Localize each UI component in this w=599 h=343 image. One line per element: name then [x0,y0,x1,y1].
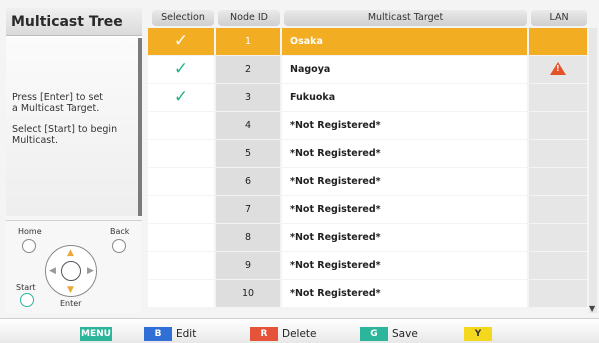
multicast-target-cell: *Not Registered* [282,140,527,167]
check-icon: ✓ [173,87,189,107]
green-key[interactable]: G [360,327,388,341]
node-id-cell: 5 [216,140,280,167]
table-row[interactable]: 4 *Not Registered* [148,112,590,140]
multicast-target-cell: *Not Registered* [282,252,527,279]
back-label: Back [110,227,130,236]
selection-cell [148,280,214,307]
lan-cell [529,168,587,195]
left-panel: Multicast Tree Set. Press [Enter] to set… [6,8,142,313]
multicast-target-cell: *Not Registered* [282,112,527,139]
lan-cell [529,252,587,279]
start-button-icon [20,293,34,307]
enter-button-icon [61,261,81,281]
table-row[interactable]: 7 *Not Registered* [148,196,590,224]
selection-cell [148,140,214,167]
table-row[interactable]: ✓ 2 Nagoya! [148,56,590,84]
column-header-lan: LAN [531,10,587,26]
help-panel: Press [Enter] to set a Multicast Target.… [6,38,142,216]
multicast-target-cell: *Not Registered* [282,196,527,223]
selection-cell [148,252,214,279]
table-row[interactable]: ✓ 1 Osaka [148,28,590,56]
multicast-target-cell: Osaka [282,28,527,55]
lan-cell [529,196,587,223]
lan-cell [529,112,587,139]
arrow-down-icon: ▼ [67,285,74,295]
column-header-node-id: Node ID [218,10,280,26]
lan-cell: ! [529,56,587,83]
node-id-cell: 4 [216,112,280,139]
node-id-cell: 2 [216,56,280,83]
table-row[interactable]: 9 *Not Registered* [148,252,590,280]
blue-key[interactable]: B [144,327,172,341]
page-title: Multicast Tree Set. [6,8,142,58]
node-id-cell: 9 [216,252,280,279]
scrollbar[interactable] [589,28,597,313]
screen: Multicast Tree Set. Press [Enter] to set… [0,0,599,343]
column-header-selection: Selection [152,10,214,26]
back-button-icon [112,239,126,253]
red-key[interactable]: R [250,327,278,341]
lan-cell [529,28,587,55]
node-id-cell: 10 [216,280,280,307]
menu-key[interactable]: MENU [80,327,112,341]
arrow-up-icon: ▲ [67,248,74,258]
multicast-target-cell: Nagoya [282,56,527,83]
selection-cell [148,168,214,195]
home-label: Home [18,227,42,236]
multicast-target-cell: Fukuoka [282,84,527,111]
multicast-table: Selection Node ID Multicast Target LAN ✓… [148,8,590,313]
help-text-line: Select [Start] to begin [12,124,118,135]
check-icon: ✓ [173,59,189,79]
controller-guide: Home Back ▲ ▼ ◀ ▶ Start Enter [6,220,142,313]
lan-cell [529,224,587,251]
lan-cell [529,84,587,111]
lan-cell [529,140,587,167]
help-text-line: Multicast. [12,135,58,146]
table-row[interactable]: 5 *Not Registered* [148,140,590,168]
multicast-target-cell: *Not Registered* [282,168,527,195]
arrow-left-icon: ◀ [49,266,56,276]
selection-cell [148,224,214,251]
help-text-line: a Multicast Target. [12,103,100,114]
lan-cell [529,280,587,307]
check-icon: ✓ [173,31,189,51]
node-id-cell: 3 [216,84,280,111]
node-id-cell: 8 [216,224,280,251]
save-label: Save [392,328,418,340]
enter-label: Enter [60,299,82,308]
table-header: Selection Node ID Multicast Target LAN [148,8,590,26]
help-text-line: Press [Enter] to set [12,92,104,103]
multicast-target-cell: *Not Registered* [282,224,527,251]
delete-label: Delete [282,328,317,340]
home-button-icon [22,239,36,253]
dpad-icon: ▲ ▼ ◀ ▶ [45,245,97,297]
table-row[interactable]: 10 *Not Registered* [148,280,590,308]
node-id-cell: 1 [216,28,280,55]
selection-cell [148,112,214,139]
selection-cell [148,196,214,223]
arrow-right-icon: ▶ [87,266,94,276]
warning-icon: ! [550,62,566,75]
selection-cell: ✓ [148,84,214,111]
edit-label: Edit [176,328,197,340]
column-header-target: Multicast Target [284,10,527,26]
table-row[interactable]: 6 *Not Registered* [148,168,590,196]
multicast-target-cell: *Not Registered* [282,280,527,307]
table-row[interactable]: 8 *Not Registered* [148,224,590,252]
start-label: Start [16,283,36,292]
selection-cell: ✓ [148,56,214,83]
yellow-key[interactable]: Y [464,327,492,341]
node-id-cell: 6 [216,168,280,195]
key-guide-bar: MENU B Edit R Delete G Save Y [0,318,599,343]
table-row[interactable]: ✓ 3 Fukuoka [148,84,590,112]
scroll-down-icon[interactable]: ▼ [589,304,595,313]
node-id-cell: 7 [216,196,280,223]
selection-cell: ✓ [148,28,214,55]
